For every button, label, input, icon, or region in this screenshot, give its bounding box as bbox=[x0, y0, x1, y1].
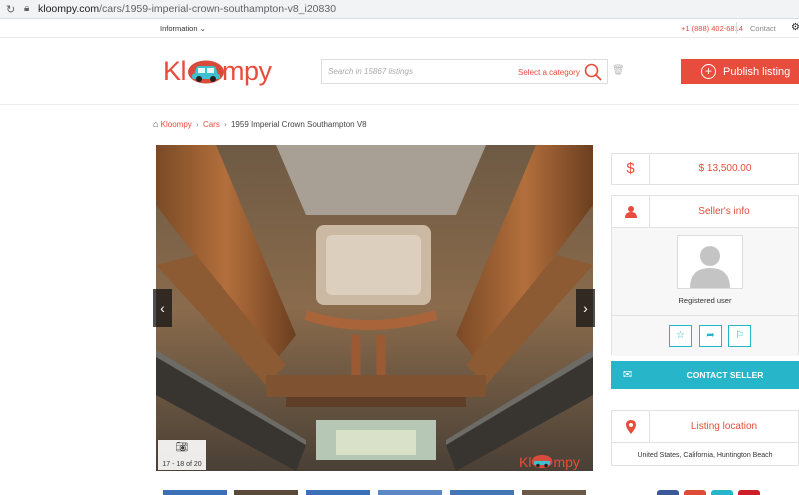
address-url[interactable]: kloompy.com/cars/1959-imperial-crown-sou… bbox=[38, 3, 336, 15]
car-undercarriage-photo bbox=[156, 145, 593, 471]
twitter-share-button[interactable] bbox=[711, 490, 733, 495]
gallery-thumbnail[interactable] bbox=[234, 490, 298, 495]
home-icon[interactable]: ⌂ bbox=[153, 119, 158, 129]
site-header: Kl mpy Search in 15867 listings Select a… bbox=[0, 38, 799, 105]
default-avatar-icon bbox=[690, 246, 730, 288]
photo-watermark: Kl mpy bbox=[519, 454, 580, 470]
chevron-left-icon: ‹ bbox=[160, 300, 165, 316]
listing-photo[interactable] bbox=[156, 145, 593, 471]
seller-profile: Registered user bbox=[612, 228, 798, 316]
phone-number[interactable]: +1 (888) 402-6814 bbox=[681, 24, 743, 33]
top-info-bar: Information ⌄ +1 (888) 402-6814 Contact … bbox=[0, 19, 799, 38]
listing-location-panel: Listing location United States, Californ… bbox=[611, 410, 799, 466]
dollar-icon: $ bbox=[612, 154, 650, 184]
search-bar[interactable]: Search in 15867 listings Select a catego… bbox=[321, 59, 608, 84]
favorite-button[interactable]: ☆ bbox=[669, 325, 692, 347]
listing-location-title: Listing location bbox=[690, 421, 758, 432]
watermark-right: mpy bbox=[553, 454, 580, 470]
listing-location-header: Listing location bbox=[612, 411, 798, 443]
information-menu[interactable]: Information ⌄ bbox=[160, 24, 206, 33]
seller-info-panel: Seller's info Registered user ☆ ➦ ⚐ bbox=[611, 195, 799, 356]
lock-icon: 🔒︎ bbox=[24, 3, 30, 14]
search-icon[interactable] bbox=[583, 62, 603, 82]
listing-location-value: United States, California, Huntington Be… bbox=[637, 452, 773, 459]
avatar[interactable] bbox=[677, 235, 743, 289]
url-domain: kloompy.com bbox=[38, 3, 100, 15]
trash-icon[interactable]: 🗑︎ bbox=[612, 65, 625, 76]
breadcrumb-cars[interactable]: Cars bbox=[203, 120, 220, 129]
photo-counter: 📷︎ 17 - 18 of 20 bbox=[158, 440, 206, 470]
url-path: /cars/1959-imperial-crown-southampton-v8… bbox=[99, 3, 337, 15]
car-watermark-icon bbox=[532, 454, 553, 469]
report-button[interactable]: ⚐ bbox=[728, 325, 751, 347]
gallery-thumbnail[interactable] bbox=[450, 490, 514, 495]
information-label: Information bbox=[160, 24, 198, 33]
gallery-thumbnail[interactable] bbox=[522, 490, 586, 495]
breadcrumb-home[interactable]: Kloompy bbox=[161, 120, 192, 129]
search-input[interactable]: Search in 15867 listings bbox=[328, 67, 413, 76]
site-logo[interactable]: Kl mpy bbox=[163, 56, 275, 88]
price-panel: $ $ 13,500.00 bbox=[611, 153, 799, 185]
facebook-share-button[interactable] bbox=[657, 490, 679, 495]
plus-circle-icon: + bbox=[701, 64, 716, 79]
gallery-next-button[interactable]: › bbox=[576, 289, 595, 327]
gallery-thumbnail[interactable] bbox=[378, 490, 442, 495]
seller-info-title: Seller's info bbox=[698, 206, 750, 217]
publish-label: Publish listing bbox=[723, 66, 791, 78]
user-icon bbox=[612, 196, 650, 227]
car-logo-icon bbox=[188, 60, 224, 84]
pinterest-share-button[interactable] bbox=[738, 490, 760, 495]
publish-listing-button[interactable]: + Publish listing bbox=[681, 59, 799, 84]
chevron-right-icon: › bbox=[224, 120, 227, 129]
flag-icon: ⚐ bbox=[735, 330, 744, 341]
google-share-button[interactable] bbox=[684, 490, 706, 495]
reload-icon[interactable]: ↻ bbox=[6, 3, 15, 16]
breadcrumb: ⌂ Kloompy › Cars › 1959 Imperial Crown S… bbox=[153, 119, 367, 129]
price-value: $ 13,500.00 bbox=[698, 163, 752, 174]
photo-counter-text: 17 - 18 of 20 bbox=[162, 461, 202, 468]
logo-text-right: mpy bbox=[222, 56, 272, 86]
gallery-thumbnail[interactable] bbox=[163, 490, 227, 495]
seller-actions: ☆ ➦ ⚐ bbox=[612, 316, 798, 356]
category-select[interactable]: Select a category bbox=[518, 68, 580, 77]
gallery-prev-button[interactable]: ‹ bbox=[153, 289, 172, 327]
star-icon: ☆ bbox=[676, 330, 685, 341]
envelope-icon: ✉ bbox=[623, 369, 633, 381]
divider bbox=[736, 22, 737, 34]
share-icon: ➦ bbox=[706, 330, 715, 341]
contact-seller-label: CONTACT SELLER bbox=[686, 370, 764, 380]
contact-seller-button[interactable]: ✉ CONTACT SELLER bbox=[611, 361, 799, 389]
camera-icon: 📷︎ bbox=[175, 442, 189, 453]
chevron-right-icon: › bbox=[196, 120, 199, 129]
gallery-thumbnail[interactable] bbox=[306, 490, 370, 495]
logo-text-left: Kl bbox=[163, 56, 187, 86]
browser-address-bar[interactable]: ↻ 🔒︎ kloompy.com/cars/1959-imperial-crow… bbox=[0, 0, 799, 19]
map-marker-icon bbox=[612, 411, 650, 442]
seller-role: Registered user bbox=[678, 296, 732, 305]
chevron-down-icon: ⌄ bbox=[199, 24, 206, 33]
share-button[interactable]: ➦ bbox=[699, 325, 722, 347]
watermark-left: Kl bbox=[519, 454, 532, 470]
seller-info-header: Seller's info bbox=[612, 196, 798, 228]
breadcrumb-current: 1959 Imperial Crown Southampton V8 bbox=[230, 120, 367, 129]
gear-icon[interactable]: ⚙ bbox=[791, 22, 799, 33]
chevron-right-icon: › bbox=[583, 300, 588, 316]
contact-link[interactable]: Contact bbox=[750, 24, 776, 33]
